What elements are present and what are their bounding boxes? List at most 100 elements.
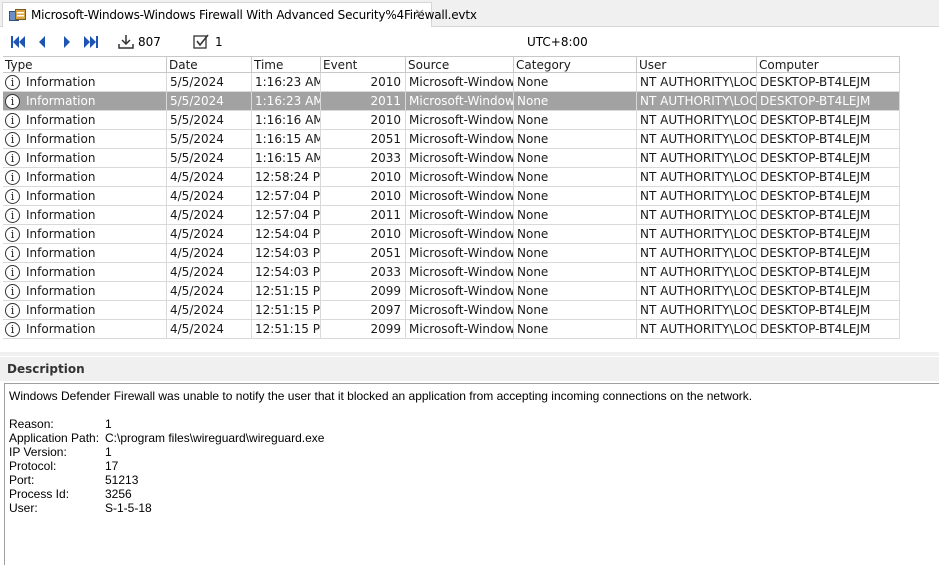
download-button[interactable] [116,32,136,52]
field-key: Protocol: [9,459,57,473]
next-record-button[interactable] [57,32,77,52]
cell-category: None [514,263,637,281]
cell-computer: DESKTOP-BT4LEJM [757,263,900,281]
cell-user: NT AUTHORITY\LOC [637,320,757,338]
cell-user: NT AUTHORITY\LOC [637,92,757,110]
field-key: Process Id: [9,487,70,501]
cell-user: NT AUTHORITY\LOC [637,282,757,300]
previous-icon [39,36,45,48]
tab-title: Microsoft-Windows-Windows Firewall With … [31,8,477,22]
tab-firewall-log[interactable]: Microsoft-Windows-Windows Firewall With … [2,2,477,27]
cell-type: i Information [3,168,167,186]
cell-source: Microsoft-Windows [406,73,514,91]
cell-type-label: Information [26,208,96,222]
column-header-category[interactable]: Category [514,57,637,72]
cell-type: i Information [3,187,167,205]
cell-category: None [514,73,637,91]
cell-type-label: Information [26,132,96,146]
cell-computer: DESKTOP-BT4LEJM [757,149,900,167]
table-row[interactable]: i Information 4/5/202412:57:04 PM2010Micro… [3,187,900,206]
event-grid: Type Date Time Event Source Category Use… [3,56,900,339]
table-row[interactable]: i Information 4/5/202412:54:04 PM2010Micro… [3,225,900,244]
cell-category: None [514,92,637,110]
description-field: Reason: 1 [9,417,935,431]
cell-user: NT AUTHORITY\LOC [637,244,757,262]
description-field: Process Id: 3256 [9,487,935,501]
cell-computer: DESKTOP-BT4LEJM [757,130,900,148]
table-row[interactable]: i Information 5/5/2024 1:16:23 AM 2011 Micros… [3,92,900,111]
table-row[interactable]: i Information 4/5/202412:51:15 PM2097Micro… [3,301,900,320]
information-icon: i [5,264,20,280]
cell-type: i Information [3,282,167,300]
cell-type-label: Information [26,189,96,203]
table-row[interactable]: i Information 5/5/2024 1:16:23 AM 2010 Micros… [3,73,900,92]
information-icon: i [5,74,20,90]
cell-type-label: Information [26,113,96,127]
cell-event: 2011 [321,206,406,224]
field-key: Reason: [9,417,54,431]
cell-category: None [514,187,637,205]
cell-type-label: Information [26,151,96,165]
table-row[interactable]: i Information 4/5/202412:51:15 PM2099Micro… [3,282,900,301]
field-value: S-1-5-18 [105,501,152,515]
field-value: 3256 [105,487,132,501]
information-icon: i [5,207,20,223]
cell-date: 5/5/2024 [167,111,252,129]
close-icon[interactable]: ✕ [414,7,425,22]
description-field: Protocol: 17 [9,459,935,473]
column-header-date[interactable]: Date [167,57,252,72]
previous-record-button[interactable] [32,32,52,52]
table-row[interactable]: i Information 4/5/202412:57:04 PM2011Micro… [3,206,900,225]
column-header-user[interactable]: User [637,57,757,72]
information-icon: i [5,283,20,299]
table-row[interactable]: i Information 5/5/2024 1:16:15 AM 2051 Micros… [3,130,900,149]
table-row[interactable]: i Information 5/5/2024 1:16:15 AM 2033 Micros… [3,149,900,168]
column-header-type[interactable]: Type [3,57,167,72]
cell-user: NT AUTHORITY\LOC [637,149,757,167]
description-fields: Reason: 1 Application Path: C:\program file… [9,417,935,515]
total-count: 807 [138,35,161,49]
information-icon: i [5,245,20,261]
description-field: IP Version: 1 [9,445,935,459]
column-header-event[interactable]: Event [321,57,406,72]
cell-source: Microsoft-Windows [406,244,514,262]
table-row[interactable]: i Information 4/5/202412:51:15 PM2099Micro… [3,320,900,339]
information-icon: i [5,302,20,318]
splitter[interactable] [0,352,939,356]
column-header-source[interactable]: Source [406,57,514,72]
cell-date: 5/5/2024 [167,149,252,167]
cell-source: Microsoft-Windows [406,111,514,129]
table-row[interactable]: i Information 4/5/202412:54:03 PM2051Micro… [3,244,900,263]
cell-event: 2051 [321,130,406,148]
skip-first-icon [11,36,25,48]
cell-computer: DESKTOP-BT4LEJM [757,187,900,205]
cell-time: 1:16:15 AM [252,149,321,167]
table-row[interactable]: i Information 4/5/202412:58:24 PM2010Micro… [3,168,900,187]
cell-source: Microsoft-Windows [406,187,514,205]
information-icon: i [5,188,20,204]
cell-event: 2097 [321,301,406,319]
table-row[interactable]: i Information 5/5/2024 1:16:16 AM 2010 Micros… [3,111,900,130]
cell-date: 4/5/2024 [167,320,252,338]
field-value: 1 [105,445,112,459]
table-row[interactable]: i Information 4/5/202412:54:03 PM2033Micro… [3,263,900,282]
cell-time: 1:16:16 AM [252,111,321,129]
cell-user: NT AUTHORITY\LOC [637,130,757,148]
cell-type: i Information [3,149,167,167]
column-header-computer[interactable]: Computer [757,57,900,72]
cell-type: i Information [3,206,167,224]
cell-user: NT AUTHORITY\LOC [637,263,757,281]
information-icon: i [5,150,20,166]
cell-time: 12:51:15 PM [252,320,321,338]
last-record-button[interactable] [81,32,101,52]
cell-time: 1:16:15 AM [252,130,321,148]
field-value: C:\program files\wireguard\wireguard.exe [105,431,325,445]
description-box[interactable]: Windows Defender Firewall was unable to … [4,383,939,565]
download-icon [118,35,134,49]
cell-computer: DESKTOP-BT4LEJM [757,320,900,338]
selected-checkbox-button[interactable] [191,32,211,52]
information-icon: i [5,112,20,128]
first-record-button[interactable] [8,32,28,52]
cell-time: 12:57:04 PM [252,187,321,205]
column-header-time[interactable]: Time [252,57,321,72]
